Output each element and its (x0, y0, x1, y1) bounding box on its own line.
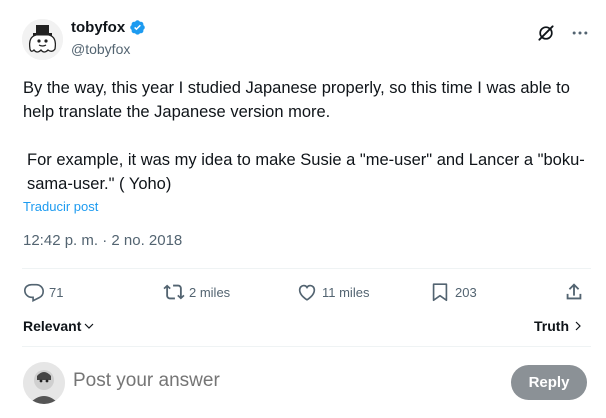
post-paragraph: By the way, this year I studied Japanese… (23, 79, 570, 121)
grok-icon[interactable] (536, 23, 556, 43)
user-avatar-image (23, 362, 65, 404)
name-row: tobyfox (71, 19, 146, 36)
repost-action[interactable]: 2 miles (163, 281, 230, 303)
chevron-down-icon (84, 323, 94, 329)
repost-icon (163, 284, 185, 300)
user-avatar[interactable] (23, 362, 65, 404)
share-icon (566, 283, 582, 300)
reply-button[interactable]: Reply (511, 365, 587, 400)
avatar-ghost-icon (22, 19, 63, 60)
like-count: 11 miles (322, 284, 370, 300)
author-avatar[interactable] (22, 19, 63, 60)
repost-count: 2 miles (189, 284, 231, 300)
divider (22, 268, 591, 269)
like-action[interactable]: 11 miles (296, 281, 369, 303)
share-action[interactable] (563, 281, 585, 303)
sort-truth-link[interactable]: Truth (534, 318, 584, 334)
more-icon[interactable] (570, 23, 590, 43)
translate-post-link[interactable]: Traducir post (23, 199, 98, 214)
post-text: By the way, this year I studied Japanese… (23, 76, 588, 196)
reply-icon (24, 283, 44, 303)
sort-relevant-label: Relevant (23, 318, 82, 334)
sort-relevant-dropdown[interactable]: Relevant (23, 318, 95, 334)
post-timestamp[interactable]: 12:42 p. m. · 2 no. 2018 (23, 232, 182, 249)
bookmark-action[interactable]: 203 (429, 281, 477, 303)
verified-badge-icon[interactable] (129, 19, 146, 36)
author-handle[interactable]: @tobyfox (71, 41, 130, 57)
post-header: tobyfox @tobyfox (22, 15, 590, 61)
reply-count: 71 (49, 284, 64, 300)
like-icon (298, 284, 316, 301)
action-bar: 71 2 miles 11 miles 203 (23, 281, 587, 309)
sort-truth-label: Truth (534, 318, 569, 334)
chevron-right-icon (575, 321, 581, 331)
reply-input[interactable] (73, 370, 373, 392)
bookmark-icon (432, 283, 448, 302)
post-paragraph: For example, it was my idea to make Susi… (27, 151, 585, 193)
divider (22, 346, 591, 347)
author-display-name[interactable]: tobyfox (71, 19, 125, 36)
bookmark-count: 203 (455, 284, 477, 300)
reply-action[interactable]: 71 (23, 281, 63, 303)
